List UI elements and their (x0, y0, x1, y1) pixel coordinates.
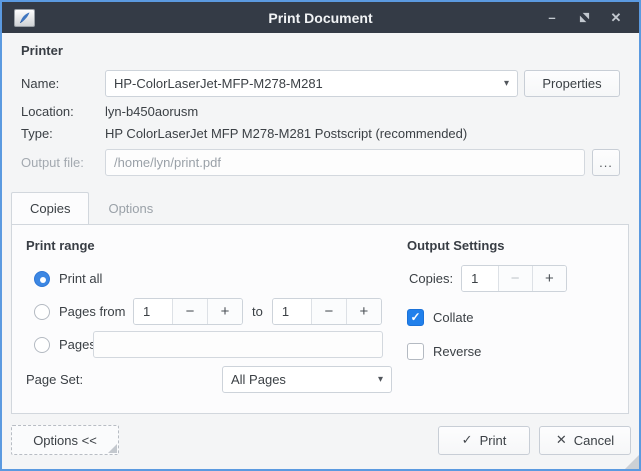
page-from-spinner: 1 − + (133, 298, 243, 325)
cancel-button-label: Cancel (574, 433, 614, 448)
page-set-label: Page Set: (26, 372, 83, 387)
printer-name-value: HP-ColorLaserJet-MFP-M278-M281 (114, 76, 498, 91)
close-icon[interactable]: ✕ (605, 7, 627, 29)
reverse-label: Reverse (433, 344, 481, 359)
page-set-value: All Pages (231, 372, 372, 387)
print-all-row: Print all (26, 265, 394, 292)
copies-row: Copies: 1 − + (407, 265, 628, 292)
chevron-down-icon: ▾ (498, 78, 509, 89)
pages-from-radio[interactable] (34, 304, 50, 320)
collate-row: ✓ Collate (407, 308, 628, 326)
footer-actions: ✓ Print ✕ Cancel (438, 426, 631, 455)
page-to-spinner: 1 − + (272, 298, 382, 325)
pages-radio[interactable] (34, 337, 50, 353)
copies-tab-panel: Print range Print all Pages from 1 − + t… (11, 224, 629, 414)
titlebar[interactable]: Print Document – ✕ (2, 2, 639, 33)
output-file-row: Output file: /home/lyn/print.pdf ... (21, 149, 620, 176)
button-corner-grip (108, 444, 117, 453)
page-set-combobox[interactable]: All Pages ▾ (222, 366, 392, 393)
print-document-dialog: Print Document – ✕ Printer Name: HP-Colo… (0, 0, 641, 471)
printer-section-title: Printer (21, 43, 620, 58)
app-icon (14, 9, 35, 27)
browse-button[interactable]: ... (592, 149, 620, 176)
pages-from-radio-cell: Pages from (26, 304, 133, 320)
printer-type-row: Type: HP ColorLaserJet MFP M278-M281 Pos… (21, 126, 620, 141)
output-file-field[interactable]: /home/lyn/print.pdf (105, 149, 585, 176)
tab-bar: Copies Options (11, 192, 629, 224)
quill-icon (17, 11, 32, 25)
print-range-group: Print range Print all Pages from 1 − + t… (12, 225, 394, 413)
cancel-button[interactable]: ✕ Cancel (539, 426, 631, 455)
options-toggle-label: Options << (33, 433, 97, 448)
reverse-row: Reverse (407, 342, 628, 360)
pages-label: Pages (59, 337, 96, 352)
type-label: Type: (21, 126, 105, 141)
resize-grip[interactable] (625, 455, 639, 469)
collate-label: Collate (433, 310, 473, 325)
output-settings-group: Output Settings Copies: 1 − + ✓ Collate … (394, 225, 628, 413)
page-to-plus-button[interactable]: + (346, 299, 381, 324)
cross-icon: ✕ (556, 432, 567, 448)
pages-row: Pages (26, 331, 394, 358)
minimize-icon[interactable]: – (541, 7, 563, 29)
location-value: lyn-b450aorusm (105, 104, 198, 119)
printer-name-combobox[interactable]: HP-ColorLaserJet-MFP-M278-M281 ▾ (105, 70, 518, 97)
check-icon: ✓ (462, 432, 473, 448)
tab-copies[interactable]: Copies (11, 192, 89, 224)
page-set-row: Page Set: All Pages ▾ (26, 366, 394, 393)
type-value: HP ColorLaserJet MFP M278-M281 Postscrip… (105, 126, 467, 141)
page-from-value[interactable]: 1 (134, 299, 172, 324)
copies-label: Copies: (409, 271, 453, 286)
window-controls: – ✕ (541, 7, 627, 29)
print-all-label: Print all (59, 271, 102, 286)
collate-checkbox[interactable]: ✓ (407, 309, 424, 326)
copies-plus-button[interactable]: + (532, 266, 566, 291)
pages-from-row: Pages from 1 − + to 1 − + (26, 298, 394, 325)
pages-entry-wrap (93, 331, 383, 358)
copies-spinner: 1 − + (461, 265, 567, 292)
pages-from-label: Pages from (59, 304, 125, 319)
footer: Options << ✓ Print ✕ Cancel (11, 425, 631, 455)
print-button[interactable]: ✓ Print (438, 426, 530, 455)
printer-name-row: Name: HP-ColorLaserJet-MFP-M278-M281 ▾ P… (21, 70, 620, 97)
chevron-down-icon: ▾ (372, 374, 383, 385)
print-all-radio[interactable] (34, 271, 50, 287)
output-file-label: Output file: (21, 155, 105, 170)
page-to-value[interactable]: 1 (273, 299, 311, 324)
maximize-icon[interactable] (573, 7, 595, 29)
print-button-label: Print (480, 433, 507, 448)
printer-name-label: Name: (21, 76, 105, 91)
printer-location-row: Location: lyn-b450aorusm (21, 104, 620, 119)
output-settings-title: Output Settings (407, 238, 628, 253)
location-label: Location: (21, 104, 105, 119)
dialog-content: Printer Name: HP-ColorLaserJet-MFP-M278-… (2, 43, 639, 176)
options-toggle-button[interactable]: Options << (11, 425, 119, 455)
tab-options[interactable]: Options (89, 192, 172, 224)
page-from-plus-button[interactable]: + (207, 299, 242, 324)
reverse-checkbox[interactable] (407, 343, 424, 360)
print-range-title: Print range (26, 238, 394, 253)
copies-minus-button[interactable]: − (498, 266, 532, 291)
properties-button[interactable]: Properties (524, 70, 620, 97)
pages-input[interactable] (102, 332, 374, 357)
pages-radio-cell: Pages (26, 337, 93, 353)
page-to-minus-button[interactable]: − (311, 299, 346, 324)
copies-value[interactable]: 1 (462, 266, 497, 291)
page-from-minus-button[interactable]: − (172, 299, 207, 324)
to-label: to (252, 304, 263, 319)
